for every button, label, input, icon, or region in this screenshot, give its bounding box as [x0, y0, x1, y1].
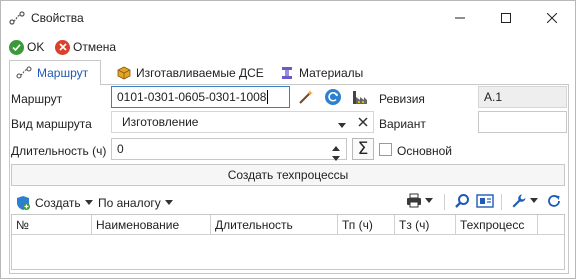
create-processes-label: Создать техпроцессы: [227, 168, 349, 182]
chevron-down-icon[interactable]: [338, 118, 346, 132]
toolbar-separator: [444, 194, 445, 210]
tab-manufactured-parts-label: Изготавливаемые ДСЕ: [136, 65, 264, 80]
print-dropdown-button[interactable]: [406, 193, 433, 209]
duration-value: 0: [117, 142, 124, 156]
tab-materials-label: Материалы: [299, 65, 364, 80]
box-icon: [117, 66, 131, 79]
spin-down-icon[interactable]: [332, 151, 340, 165]
by-analogy-label: По аналогу: [98, 196, 161, 210]
search-button[interactable]: [454, 193, 470, 212]
refresh-button[interactable]: [322, 86, 344, 108]
ok-button[interactable]: OK: [9, 38, 44, 56]
route-type-label: Вид маршрута: [11, 117, 92, 131]
text-caret: [267, 90, 269, 104]
route-icon: [16, 66, 32, 79]
dialog-toolbar: OK Отмена: [1, 35, 575, 57]
cancel-icon: [55, 39, 70, 55]
check-icon: [9, 39, 24, 55]
route-app-icon: [9, 10, 25, 26]
magic-wand-icon: [299, 90, 313, 104]
cancel-button[interactable]: Отмена: [55, 38, 116, 56]
create-processes-button[interactable]: Создать техпроцессы: [11, 164, 565, 186]
route-type-value: Изготовление: [122, 115, 199, 129]
refresh-icon: [325, 89, 341, 105]
reload-icon: [548, 195, 560, 207]
variant-input[interactable]: [478, 111, 567, 133]
clear-icon[interactable]: [358, 116, 368, 130]
reload-button[interactable]: [546, 193, 562, 212]
chevron-down-icon: [530, 198, 538, 203]
magic-wand-button[interactable]: [295, 86, 317, 108]
route-label: Маршрут: [11, 92, 63, 106]
by-analogy-dropdown-button[interactable]: По аналогу: [98, 194, 173, 212]
title-bar: Свойства: [1, 1, 575, 34]
duration-input[interactable]: 0: [111, 138, 347, 161]
revision-field: А.1: [478, 86, 567, 108]
route-input[interactable]: 0101-0301-0605-0301-1008: [111, 86, 290, 108]
toolbar-separator: [501, 194, 502, 210]
duration-label: Длительность (ч): [11, 144, 107, 158]
column-header-number[interactable]: №: [12, 215, 92, 235]
create-label: Создать: [35, 196, 81, 210]
main-checkbox-label: Основной: [397, 144, 453, 158]
add-shield-icon: [17, 196, 30, 210]
materials-icon: [282, 66, 292, 79]
search-icon: [455, 194, 469, 208]
revision-label: Ревизия: [379, 92, 425, 106]
column-header-tp[interactable]: Тп (ч): [338, 215, 395, 235]
grid-toolbar: Создать По аналогу: [9, 191, 569, 213]
window-title: Свойства: [31, 11, 84, 25]
column-header-tz[interactable]: Тз (ч): [395, 215, 456, 235]
sigma-icon: Σ: [357, 138, 369, 159]
column-header-name[interactable]: Наименование: [92, 215, 211, 235]
properties-window: Свойства OK Отмена Маршрут Изготавливаем…: [0, 0, 576, 279]
column-header-process[interactable]: Техпроцесс: [456, 215, 538, 235]
maximize-button[interactable]: [483, 1, 529, 34]
card-view-button[interactable]: [476, 193, 494, 212]
revision-value: А.1: [484, 90, 503, 104]
operations-table: № Наименование Длительность Тп (ч) Тз (ч…: [11, 214, 565, 270]
wrench-icon: [512, 194, 526, 208]
route-type-select[interactable]: Изготовление: [111, 111, 374, 133]
close-window-button[interactable]: [529, 1, 575, 34]
ok-label: OK: [27, 40, 45, 54]
tab-route[interactable]: Маршрут: [9, 60, 101, 85]
minimize-button[interactable]: [437, 1, 483, 34]
tab-materials[interactable]: Материалы: [274, 60, 369, 85]
table-header: № Наименование Длительность Тп (ч) Тз (ч…: [12, 215, 564, 235]
chevron-down-icon: [425, 198, 433, 203]
printer-icon: [407, 193, 421, 208]
tab-route-label: Маршрут: [37, 66, 89, 80]
sum-button[interactable]: Σ: [352, 138, 374, 160]
route-input-value: 0101-0301-0605-0301-1008: [117, 90, 267, 104]
create-dropdown-button[interactable]: Создать: [15, 194, 93, 212]
factory-icon: [353, 91, 367, 104]
column-header-duration[interactable]: Длительность: [211, 215, 338, 235]
main-checkbox[interactable]: [379, 143, 392, 156]
card-view-icon: [476, 194, 494, 208]
chevron-down-icon: [84, 200, 93, 205]
cancel-label: Отмена: [73, 40, 117, 54]
factory-button[interactable]: [349, 86, 371, 108]
tab-strip: Маршрут Изготавливаемые ДСЕ Материалы: [9, 60, 569, 85]
settings-dropdown-button[interactable]: [511, 193, 538, 209]
tab-manufactured-parts[interactable]: Изготавливаемые ДСЕ: [111, 60, 270, 85]
variant-label: Вариант: [379, 117, 426, 131]
chevron-down-icon: [164, 200, 173, 205]
